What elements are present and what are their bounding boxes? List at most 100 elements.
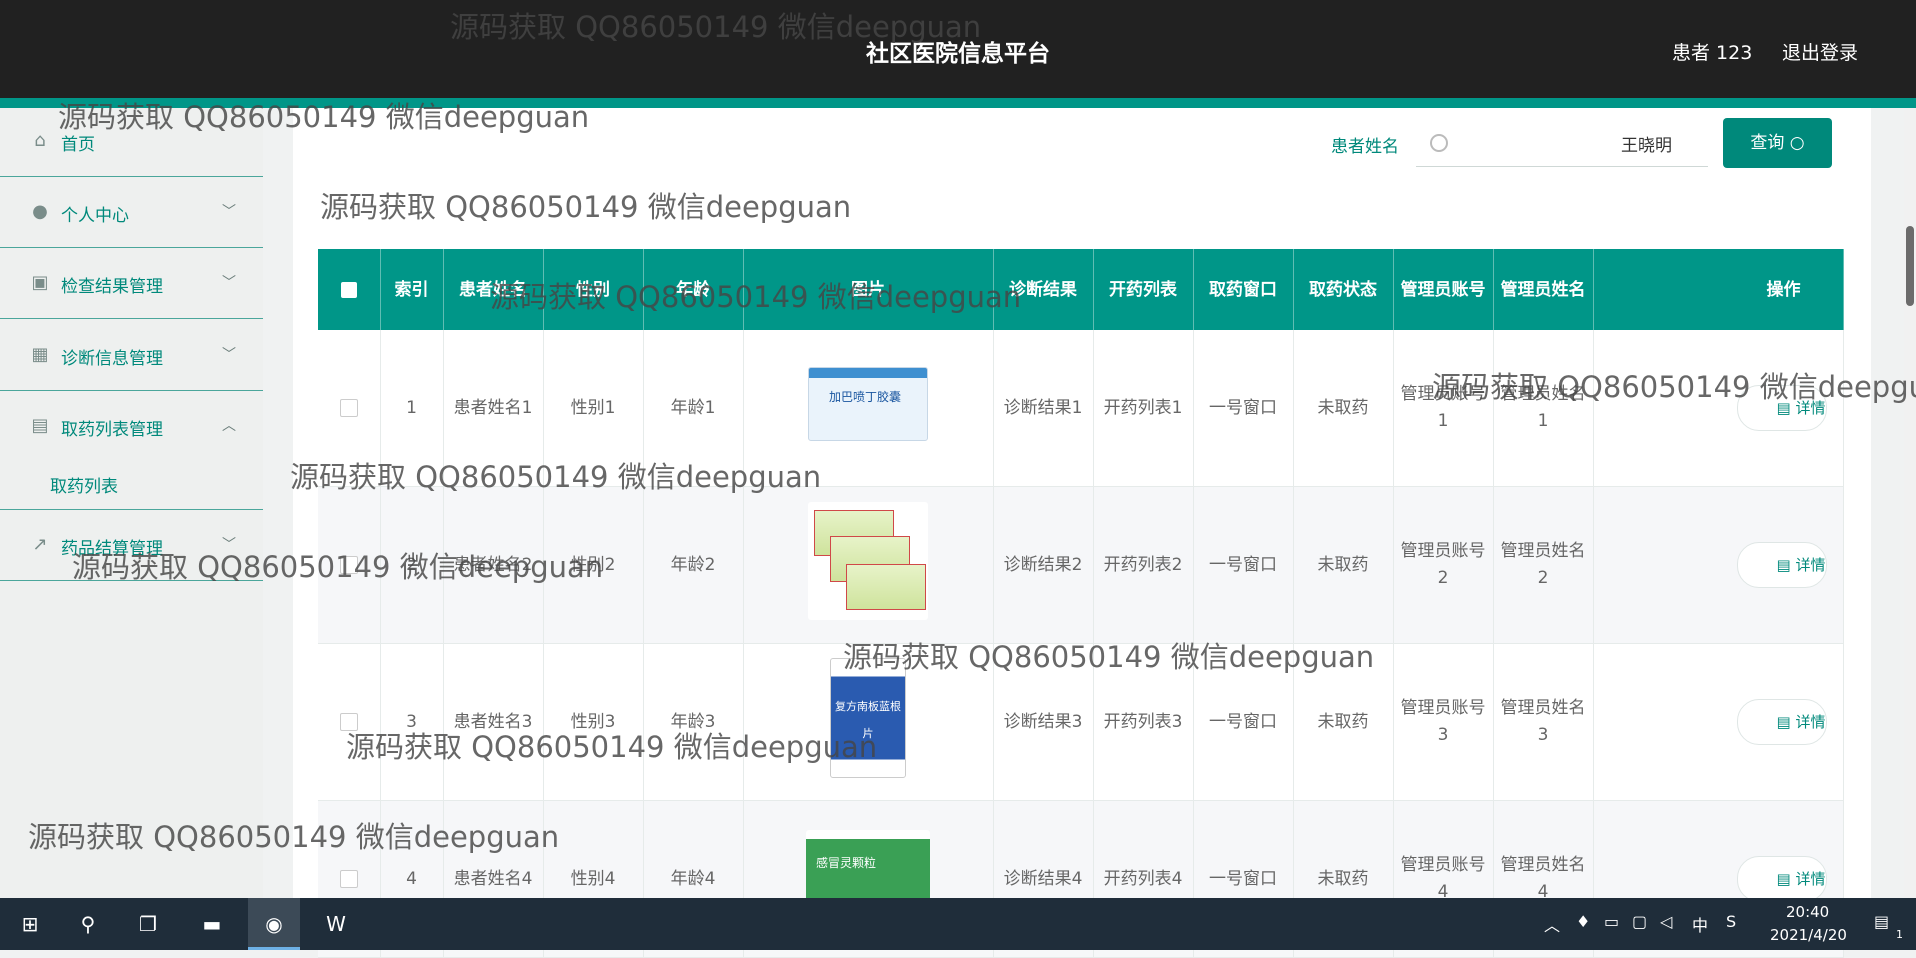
chrome-icon[interactable]: ◉ (248, 898, 300, 950)
sogou-icon[interactable]: S (1726, 912, 1736, 931)
chevron-up-icon: ︿ (222, 418, 236, 434)
cell-window: 一号窗口 (1193, 330, 1294, 487)
tray-chevron-up-icon[interactable]: ︿ (1544, 912, 1560, 936)
cell-index: 1 (380, 330, 444, 487)
table-row: 2 患者姓名2 性别2 年龄2 诊断结果2 开药列表2 一号窗口 未取药 管理员… (318, 486, 1844, 644)
windows-start-icon[interactable]: ⊞ (4, 898, 56, 950)
row-checkbox[interactable] (318, 330, 381, 487)
column-header: 诊断结果 (993, 249, 1094, 330)
sidebar-item-diagnosis[interactable]: ▦ 诊断信息管理 ﹀ (0, 320, 263, 391)
task-view-icon[interactable]: ❐ (122, 898, 174, 950)
cell-window: 一号窗口 (1193, 643, 1294, 801)
cell-gender: 性别1 (543, 330, 644, 487)
clock-date[interactable]: 2021/4/20 (1770, 926, 1847, 944)
cell-status: 未取药 (1293, 330, 1394, 487)
cell-name: 患者姓名2 (443, 486, 544, 644)
sidebar-item-label: 取药列表管理 (61, 420, 163, 440)
cell-age: 年龄1 (643, 330, 744, 487)
drug-image: 复方南板蓝根片 (830, 657, 906, 778)
cell-prescription: 开药列表1 (1093, 330, 1194, 487)
drug-label: 复方南板蓝根片 (835, 699, 901, 740)
drug-label: 加巴喷丁胶囊 (829, 389, 902, 404)
cell-admin-account: 管理员账号2 (1393, 486, 1494, 644)
notification-count: 1 (1896, 928, 1903, 941)
detail-button[interactable]: ▤ 详情 (1736, 856, 1827, 902)
sidebar-item-settlement[interactable]: ↗ 药品结算管理 ﹀ (0, 510, 263, 581)
cell-status: 未取药 (1293, 643, 1394, 801)
drug-label: 感冒灵颗粒 (816, 855, 877, 870)
scrollbar-thumb[interactable] (1906, 226, 1914, 306)
column-header: 索引 (380, 249, 444, 330)
cell-image (743, 486, 994, 644)
cell-image: 复方南板蓝根片 (743, 643, 994, 801)
cell-prescription: 开药列表2 (1093, 486, 1194, 644)
sidebar-subitem-pickup-list[interactable]: 取药列表 (50, 472, 118, 497)
search-button[interactable]: 查询 ○ (1723, 118, 1832, 168)
sidebar-item-label: 个人中心 (61, 206, 129, 226)
sidebar-item-personal-center[interactable]: ● 个人中心 ﹀ (0, 177, 263, 248)
doc-icon: ▤ (1776, 713, 1791, 731)
drug-image: 加巴喷丁胶囊 (808, 366, 928, 441)
clock-time[interactable]: 20:40 (1786, 903, 1829, 921)
column-header: 图片 (743, 249, 994, 330)
list-icon: ▤ (31, 415, 49, 436)
network-icon[interactable]: ▢ (1632, 912, 1647, 931)
cell-diagnosis: 诊断结果3 (993, 643, 1094, 801)
notification-icon[interactable]: ▤ (1874, 912, 1889, 931)
detail-button-label: 详情 (1795, 556, 1826, 574)
clipboard-icon: ▣ (31, 272, 49, 293)
cell-admin-name: 管理员姓名1 (1493, 330, 1594, 487)
home-icon: ⌂ (34, 130, 46, 151)
detail-button-label: 详情 (1795, 870, 1826, 888)
cell-action: ▤ 详情 (1593, 643, 1844, 801)
sidebar-item-home[interactable]: ⌂ 首页 (0, 106, 263, 177)
logout-link[interactable]: 退出登录 (1782, 38, 1858, 65)
row-checkbox[interactable] (318, 486, 381, 644)
column-header: 取药状态 (1293, 249, 1394, 330)
search-icon[interactable]: ⚲ (62, 898, 114, 950)
column-header: 患者姓名 (443, 249, 544, 330)
search-icon (1430, 134, 1448, 152)
patient-name-search-input[interactable]: 王晓明 (1416, 124, 1708, 167)
app-title: 社区医院信息平台 (866, 41, 1050, 67)
doc-icon: ▤ (1776, 556, 1791, 574)
chevron-down-icon: ﹀ (222, 537, 236, 553)
sidebar-item-exam-results[interactable]: ▣ 检查结果管理 ﹀ (0, 248, 263, 319)
column-header: 性别 (543, 249, 644, 330)
sidebar-item-label: 诊断信息管理 (61, 349, 163, 369)
sidebar-item-pickup-management[interactable]: ▤ 取药列表管理 ︿ (0, 391, 263, 510)
grid-icon: ▦ (31, 344, 49, 365)
cell-diagnosis: 诊断结果1 (993, 330, 1094, 487)
detail-button-label: 详情 (1795, 713, 1826, 731)
file-explorer-icon[interactable]: ▬ (186, 898, 238, 950)
cell-admin-account: 管理员账号1 (1393, 330, 1494, 487)
cell-diagnosis: 诊断结果2 (993, 486, 1094, 644)
cell-age: 年龄3 (643, 643, 744, 801)
word-icon[interactable]: W (310, 898, 362, 950)
cell-name: 患者姓名1 (443, 330, 544, 487)
detail-button[interactable]: ▤ 详情 (1736, 542, 1827, 588)
doc-icon: ▤ (1776, 399, 1791, 417)
sidebar-item-label: 首页 (61, 135, 95, 155)
detail-button[interactable]: ▤ 详情 (1736, 699, 1827, 745)
cell-admin-account: 管理员账号3 (1393, 643, 1494, 801)
row-checkbox[interactable] (318, 643, 381, 801)
cell-gender: 性别3 (543, 643, 644, 801)
column-header: 操作 (1593, 249, 1844, 330)
column-header: 取药窗口 (1193, 249, 1294, 330)
ime-indicator[interactable]: 中 (1692, 912, 1708, 936)
cell-status: 未取药 (1293, 486, 1394, 644)
search-input-value: 王晓明 (1621, 136, 1672, 156)
volume-icon[interactable]: ◁ (1660, 912, 1672, 931)
column-header: 管理员账号 (1393, 249, 1494, 330)
sidebar-item-label: 药品结算管理 (61, 539, 163, 559)
tray-app-icon[interactable]: ♦ (1576, 912, 1590, 931)
chevron-down-icon: ﹀ (222, 204, 236, 220)
cell-index: 2 (380, 486, 444, 644)
select-all-checkbox[interactable] (318, 249, 381, 330)
detail-button[interactable]: ▤ 详情 (1736, 385, 1827, 431)
battery-icon[interactable]: ▭ (1604, 912, 1619, 931)
header-accent-stripe (0, 98, 1916, 108)
cell-window: 一号窗口 (1193, 486, 1294, 644)
cell-action: ▤ 详情 (1593, 486, 1844, 644)
